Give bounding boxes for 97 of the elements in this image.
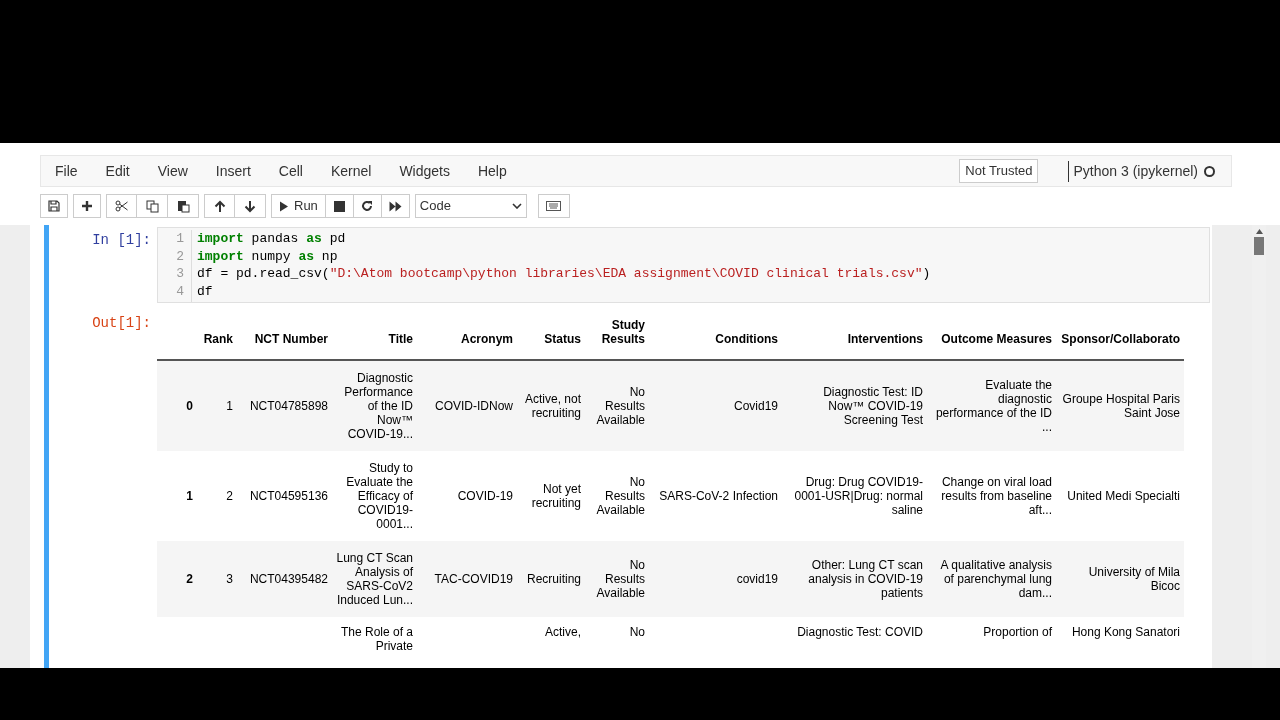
row-index: 1 — [186, 489, 193, 503]
run-button[interactable]: Run — [271, 194, 326, 218]
table-cell: Study to Evaluate the Efficacy of COVID19-0001... — [346, 461, 413, 531]
menu-item[interactable]: Help — [477, 160, 507, 182]
save-button[interactable] — [40, 194, 68, 218]
restart-icon — [361, 200, 374, 212]
table-cell: Not yet recruiting — [531, 482, 581, 510]
move-down-button[interactable] — [235, 194, 266, 218]
line-number: 4 — [176, 282, 184, 300]
table-cell: NCT04785898 — [249, 399, 328, 413]
arrow-up-icon — [213, 199, 226, 213]
code-editor[interactable]: 1 2 3 4 import pandas as pd import numpy as np df = pd.read_csv("D:\Atom bootcamp\python libraries\EDA assignment\COVID clinical trials.csv") df — [157, 227, 1210, 303]
restart-button[interactable] — [353, 194, 382, 218]
table-cell: No Results Available — [596, 475, 645, 517]
table-cell: Recruiting — [526, 572, 581, 586]
menu-item[interactable]: Cell — [278, 160, 303, 182]
save-icon — [48, 200, 60, 212]
menu-item[interactable]: Kernel — [330, 160, 372, 182]
table-cell: NCT04395482 — [249, 572, 328, 586]
table-cell: A qualitative analysis of parenchymal lung dam... — [940, 558, 1052, 600]
table-cell: Diagnostic Test: COVID — [797, 625, 923, 639]
menu-item[interactable]: Edit — [105, 160, 130, 182]
play-icon — [279, 200, 289, 212]
table-cell: Hong Kong Sanatori — [1071, 625, 1180, 639]
table-cell: University of Mila Bicoc — [1088, 565, 1180, 593]
cut-button[interactable] — [106, 194, 137, 218]
table-cell: Covid19 — [733, 399, 778, 413]
table-cell: Other: Lung CT scan analysis in COVID-19 patients — [808, 558, 923, 600]
cell-type-select[interactable]: Code — [414, 194, 527, 218]
table-cell: Proportion of — [983, 625, 1052, 639]
scissors-icon — [115, 200, 128, 212]
table-cell: Drug: Drug COVID19-0001-USR|Drug: normal saline — [794, 475, 923, 517]
table-cell: Active, — [545, 625, 581, 639]
table-cell: Evaluate the diagnostic performance of the ID ... — [935, 378, 1052, 434]
scroll-thumb[interactable] — [1254, 237, 1264, 255]
paste-button[interactable] — [168, 194, 199, 218]
table-cell: No — [629, 625, 645, 639]
output-prompt: Out[1]: — [91, 314, 152, 333]
column-header: Outcome Measures — [941, 332, 1052, 346]
table-cell: United Medi Specialti — [1067, 489, 1180, 503]
table-cell: No Results Available — [596, 385, 645, 427]
table-cell: Active, not recruiting — [524, 392, 581, 420]
copy-icon — [145, 199, 159, 213]
table-cell: covid19 — [736, 572, 778, 586]
column-header: Study Results — [600, 318, 645, 346]
table-cell: Groupe Hospital Paris Saint Jose — [1062, 392, 1180, 420]
line-number: 1 — [176, 230, 184, 248]
column-header: Interventions — [847, 332, 923, 346]
row-index: 2 — [186, 572, 193, 586]
line-number: 2 — [176, 247, 184, 265]
table-cell: COVID-19 — [457, 489, 513, 503]
arrow-down-icon — [244, 199, 256, 213]
scroll-up-icon[interactable] — [1255, 229, 1263, 234]
keyboard-button[interactable] — [537, 194, 570, 218]
table-cell: No Results Available — [596, 558, 645, 600]
code-line: df = pd.read_csv("D:\Atom bootcamp\python libraries\EDA assignment\COVID clinical trials.csv") — [197, 265, 931, 283]
chevron-down-icon — [511, 203, 522, 209]
table-cell: NCT04595136 — [249, 489, 328, 503]
trust-indicator[interactable]: Not Trusted — [959, 159, 1039, 183]
plus-icon — [81, 200, 93, 212]
table-cell: 3 — [226, 572, 233, 586]
table-cell: TAC-COVID19 — [434, 572, 513, 586]
column-header: Status — [544, 332, 581, 346]
menu-item[interactable]: View — [157, 160, 188, 182]
menu-item[interactable]: Widgets — [399, 160, 450, 182]
input-prompt: In [1]: — [91, 231, 152, 250]
table-cell: Lung CT Scan Analysis of SARS-CoV2 Induced Lun... — [336, 551, 413, 607]
code-line: import numpy as np — [197, 247, 339, 265]
column-header: Rank — [203, 332, 233, 346]
table-cell: Change on viral load results from baseline aft... — [941, 475, 1052, 517]
kernel-name: Python 3 (ipykernel) — [1068, 160, 1198, 182]
code-line: df — [197, 282, 214, 300]
table-cell: COVID-IDNow — [435, 399, 513, 413]
menu-item[interactable]: File — [55, 160, 78, 182]
code-line: import pandas as pd — [197, 230, 347, 248]
table-cell: 1 — [226, 399, 233, 413]
menu-item[interactable]: Insert — [215, 160, 251, 182]
move-up-button[interactable] — [204, 194, 235, 218]
add-cell-button[interactable] — [73, 194, 101, 218]
line-number: 3 — [176, 265, 184, 283]
column-header: Conditions — [715, 332, 778, 346]
fast-forward-button[interactable] — [381, 194, 410, 218]
table-cell: Diagnostic Test: ID Now™ COVID-19 Screening Test — [823, 385, 923, 427]
column-header: Title — [388, 332, 413, 346]
table-cell: Diagnostic Performance of the ID Now™ COVID-19... — [344, 371, 413, 441]
column-header: Sponsor/Collaborato — [1061, 332, 1180, 346]
column-header: Acronym — [461, 332, 513, 346]
table-cell: SARS-CoV-2 Infection — [659, 489, 778, 503]
table-cell: 2 — [226, 489, 233, 503]
keyboard-icon — [546, 201, 562, 211]
stop-button[interactable] — [325, 194, 354, 218]
row-index: 0 — [186, 399, 193, 413]
fast-forward-icon — [388, 200, 402, 212]
stop-icon — [333, 200, 345, 212]
table-cell: The Role of a Private — [340, 625, 413, 653]
paste-icon — [176, 199, 190, 213]
column-header: NCT Number — [254, 332, 328, 346]
